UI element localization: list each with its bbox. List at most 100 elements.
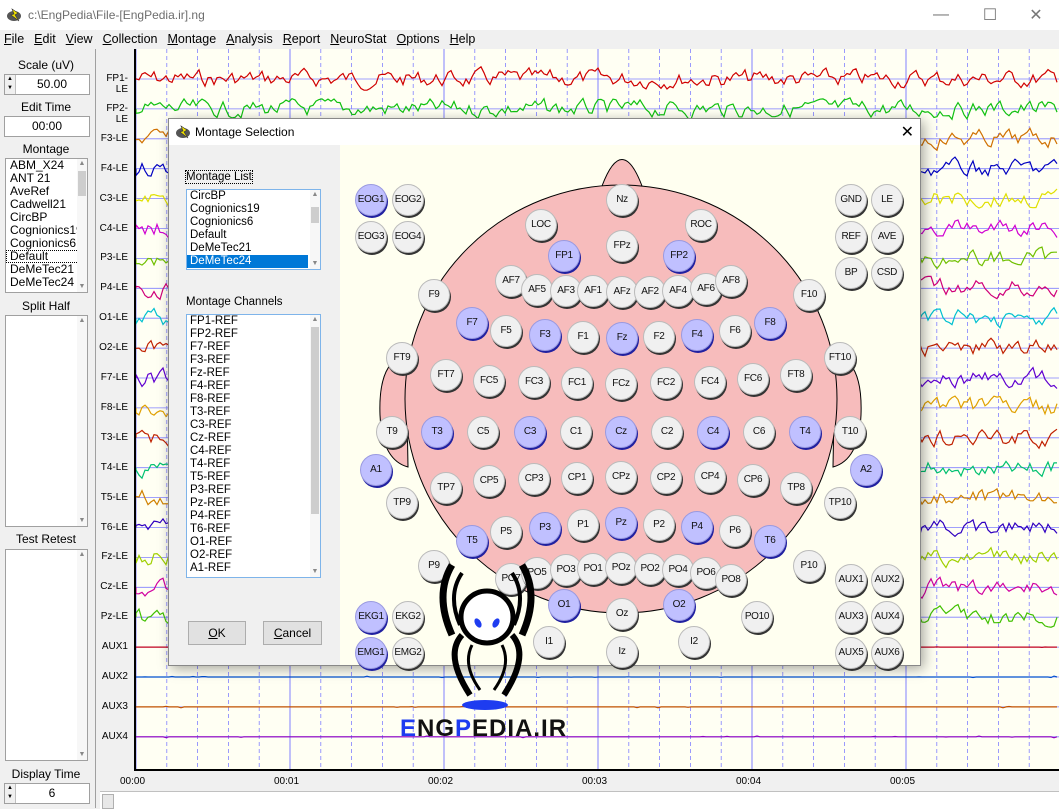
list-item[interactable]: Cz-REF <box>187 432 320 445</box>
edit-time-field[interactable]: 00:00 <box>4 116 90 137</box>
electrode-p3[interactable]: P3 <box>529 512 561 544</box>
electrode-t3[interactable]: T3 <box>421 416 453 448</box>
electrode-f10[interactable]: F10 <box>793 279 825 311</box>
electrode-fc1[interactable]: FC1 <box>561 367 593 399</box>
close-button[interactable]: ✕ <box>1013 0 1059 30</box>
electrode-t9[interactable]: T9 <box>376 416 408 448</box>
electrode-eog3[interactable]: EOG3 <box>355 221 387 253</box>
list-item[interactable]: F7-REF <box>187 341 320 354</box>
electrode-p5[interactable]: P5 <box>490 516 522 548</box>
menu-edit[interactable]: Edit <box>29 30 61 49</box>
list-item[interactable]: F3-REF <box>187 354 320 367</box>
electrode-t5[interactable]: T5 <box>456 525 488 557</box>
electrode-ft8[interactable]: FT8 <box>780 359 812 391</box>
electrode-i2[interactable]: I2 <box>678 626 710 658</box>
electrode-fcz[interactable]: FCz <box>605 368 637 400</box>
electrode-eog1[interactable]: EOG1 <box>355 184 387 216</box>
list-item[interactable]: Cognionics6 <box>187 216 320 229</box>
electrode-le[interactable]: LE <box>871 184 903 216</box>
electrode-o2[interactable]: O2 <box>663 589 695 621</box>
electrode-f8[interactable]: F8 <box>754 307 786 339</box>
list-item[interactable]: Fz-REF <box>187 367 320 380</box>
electrode-fpz[interactable]: FPz <box>606 230 638 262</box>
test-retest-scrollbar[interactable]: ▲ ▼ <box>77 550 87 760</box>
electrode-fc5[interactable]: FC5 <box>473 365 505 397</box>
electrode-a2[interactable]: A2 <box>850 454 882 486</box>
electrode-emg2[interactable]: EMG2 <box>392 637 424 669</box>
list-item[interactable]: Cognionics19 <box>187 203 320 216</box>
electrode-cp3[interactable]: CP3 <box>518 463 550 495</box>
electrode-aux1[interactable]: AUX1 <box>835 564 867 596</box>
electrode-a1[interactable]: A1 <box>360 454 392 486</box>
electrode-c3[interactable]: C3 <box>514 416 546 448</box>
menu-report[interactable]: Report <box>278 30 326 49</box>
menu-collection[interactable]: Collection <box>98 30 163 49</box>
test-retest-listbox[interactable]: ▲ ▼ <box>5 549 88 761</box>
electrode-ave[interactable]: AVE <box>871 221 903 253</box>
list-item[interactable]: O2-REF <box>187 549 320 562</box>
electrode-cp2[interactable]: CP2 <box>650 462 682 494</box>
scale-value[interactable]: 50.00 <box>15 77 89 91</box>
electrode-t10[interactable]: T10 <box>834 416 866 448</box>
minimize-button[interactable]: — <box>918 0 964 30</box>
list-item[interactable]: O1-REF <box>187 536 320 549</box>
list-item[interactable]: F4-REF <box>187 380 320 393</box>
electrode-c4[interactable]: C4 <box>697 416 729 448</box>
electrode-f1[interactable]: F1 <box>567 321 599 353</box>
electrode-emg1[interactable]: EMG1 <box>355 637 387 669</box>
electrode-af5[interactable]: AF5 <box>521 274 553 306</box>
electrode-f7[interactable]: F7 <box>456 307 488 339</box>
list-item[interactable]: T3-REF <box>187 406 320 419</box>
electrode-fc4[interactable]: FC4 <box>694 366 726 398</box>
menu-analysis[interactable]: Analysis <box>221 30 278 49</box>
montage-scrollbar[interactable]: ▲ ▼ <box>77 159 87 292</box>
display-time-spinner[interactable]: ▲ ▼ 6 <box>4 783 90 804</box>
electrode-po8[interactable]: PO8 <box>715 564 747 596</box>
electrode-f2[interactable]: F2 <box>643 321 675 353</box>
electrode-fp2[interactable]: FP2 <box>663 240 695 272</box>
electrode-aux2[interactable]: AUX2 <box>871 564 903 596</box>
montage-list-scrollbar[interactable]: ▲ ▼ <box>310 190 320 269</box>
electrode-ekg2[interactable]: EKG2 <box>392 601 424 633</box>
list-item[interactable]: DeMeTec24 <box>187 255 308 268</box>
list-item[interactable]: P3-REF <box>187 484 320 497</box>
electrode-af8[interactable]: AF8 <box>715 265 747 297</box>
electrode-aux5[interactable]: AUX5 <box>835 637 867 669</box>
electrode-p2[interactable]: P2 <box>643 509 675 541</box>
menu-help[interactable]: Help <box>445 30 481 49</box>
electrode-oz[interactable]: Oz <box>606 598 638 630</box>
list-item[interactable]: C3-REF <box>187 419 320 432</box>
list-item[interactable]: A1-REF <box>187 562 320 575</box>
electrode-fc3[interactable]: FC3 <box>518 366 550 398</box>
electrode-cp5[interactable]: CP5 <box>473 465 505 497</box>
menu-neurostat[interactable]: NeuroStat <box>325 30 391 49</box>
electrode-ekg1[interactable]: EKG1 <box>355 601 387 633</box>
list-item[interactable]: T6-REF <box>187 523 320 536</box>
list-item[interactable]: P4-REF <box>187 510 320 523</box>
electrode-p6[interactable]: P6 <box>719 515 751 547</box>
list-item[interactable]: FP1-REF <box>187 315 320 328</box>
electrode-cp1[interactable]: CP1 <box>561 462 593 494</box>
display-time-value[interactable]: 6 <box>15 786 89 800</box>
menu-montage[interactable]: Montage <box>163 30 222 49</box>
electrode-f5[interactable]: F5 <box>490 315 522 347</box>
electrode-aux4[interactable]: AUX4 <box>871 601 903 633</box>
electrode-tp8[interactable]: TP8 <box>780 472 812 504</box>
split-half-scrollbar[interactable]: ▲ ▼ <box>77 316 87 526</box>
list-item[interactable]: CircBP <box>187 190 320 203</box>
cancel-button[interactable]: Cancel <box>263 621 322 645</box>
electrode-cp4[interactable]: CP4 <box>694 461 726 493</box>
list-item[interactable]: DeMeTec21 <box>187 242 320 255</box>
electrode-f6[interactable]: F6 <box>719 315 751 347</box>
electrode-f4[interactable]: F4 <box>681 319 713 351</box>
montage-listbox[interactable]: ABM_X24 ANT 21 AveRef Cadwell21 CircBP Cognio… <box>5 158 88 293</box>
list-item[interactable]: Default <box>187 229 320 242</box>
electrode-tp9[interactable]: TP9 <box>386 487 418 519</box>
list-item[interactable]: T5-REF <box>187 471 320 484</box>
electrode-c5[interactable]: C5 <box>467 416 499 448</box>
electrode-aux6[interactable]: AUX6 <box>871 637 903 669</box>
electrode-f3[interactable]: F3 <box>529 319 561 351</box>
split-half-listbox[interactable]: ▲ ▼ <box>5 315 88 527</box>
electrode-fz[interactable]: Fz <box>606 322 638 354</box>
electrode-nz[interactable]: Nz <box>606 184 638 216</box>
